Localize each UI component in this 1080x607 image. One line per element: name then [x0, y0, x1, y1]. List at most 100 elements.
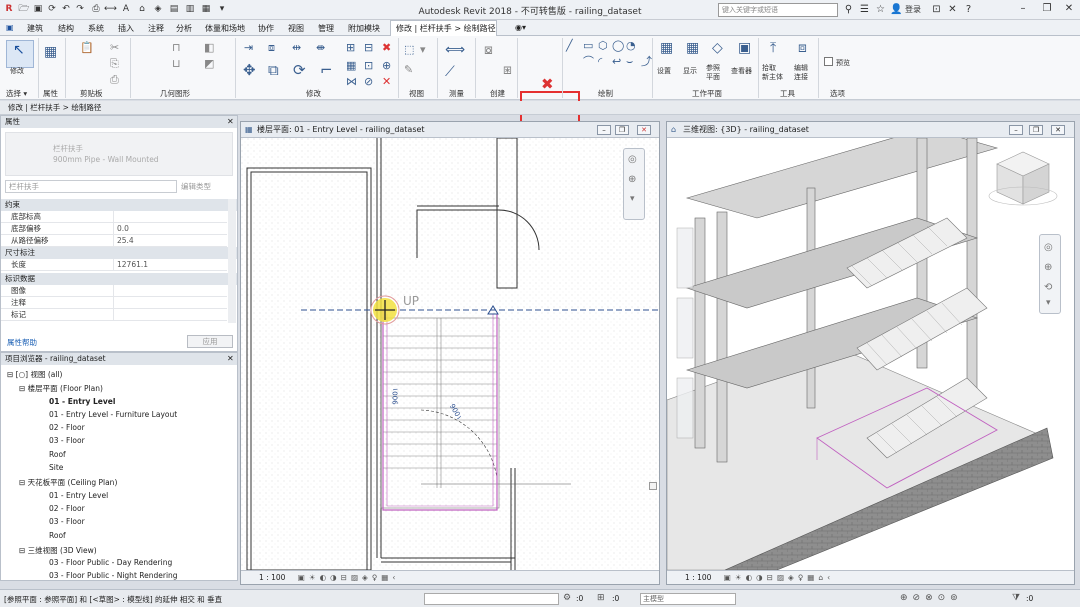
set-workplane-icon[interactable]: ▦: [660, 41, 673, 55]
prop-value[interactable]: [113, 211, 227, 223]
mirror-draw-icon[interactable]: ⇼: [316, 42, 325, 54]
prop-value[interactable]: [113, 297, 227, 309]
sync-icon[interactable]: ⟳: [46, 3, 58, 15]
create-similar-icon[interactable]: ⧆: [503, 63, 512, 77]
paint-icon[interactable]: ◩: [204, 58, 214, 70]
subscription-icon[interactable]: ☰: [858, 3, 871, 16]
mirror-icon[interactable]: ⇹: [292, 42, 301, 54]
close-icon[interactable]: ✕: [1062, 2, 1076, 16]
view-scale[interactable]: 1 : 100: [685, 573, 711, 582]
edit-type-button[interactable]: 编辑类型: [181, 181, 211, 192]
prop-row[interactable]: 图像: [1, 285, 227, 297]
join-icon[interactable]: ⊔: [172, 58, 181, 70]
restore-view-icon[interactable]: ❐: [1029, 125, 1043, 135]
prop-row[interactable]: 标记: [1, 309, 227, 321]
measure-icon[interactable]: ⟷: [104, 3, 117, 15]
prop-value[interactable]: 12761.1: [113, 259, 227, 271]
tree-item[interactable]: Roof: [49, 531, 66, 540]
prop-row[interactable]: 从路径偏移 25.4: [1, 235, 227, 247]
properties-help-link[interactable]: 属性帮助: [7, 337, 37, 348]
search-input[interactable]: 键入关键字或短语: [718, 3, 838, 17]
3d-model-drawing[interactable]: [667, 138, 1074, 570]
minimize-icon[interactable]: –: [1016, 2, 1030, 16]
group-select[interactable]: 选择 ▾: [6, 88, 27, 99]
fillet-icon[interactable]: ⌣: [626, 56, 633, 68]
tree-item[interactable]: 03 - Floor Public - Day Rendering: [49, 558, 172, 567]
apply-button[interactable]: 应用: [187, 335, 233, 348]
arc-start-icon[interactable]: ⌒: [583, 56, 594, 68]
scroll-thumb[interactable]: [649, 482, 657, 490]
orbit-icon[interactable]: ⟲: [1044, 282, 1052, 293]
tab-massing[interactable]: 体量和场地: [205, 23, 245, 34]
tree-item[interactable]: 03 - Floor Public - Night Rendering: [49, 571, 178, 580]
user-icon[interactable]: 👤: [890, 3, 903, 16]
measure-tool-icon[interactable]: ⟺: [445, 43, 465, 57]
prop-row[interactable]: 注释: [1, 297, 227, 309]
plan-drawing[interactable]: [241, 138, 659, 570]
close-hidden-icon[interactable]: ▥: [184, 3, 196, 15]
cut-icon[interactable]: ✂: [110, 42, 119, 54]
file-tab[interactable]: ▣: [6, 23, 14, 32]
tab-collaborate[interactable]: 协作: [258, 23, 274, 34]
prop-row[interactable]: 长度 12761.1: [1, 259, 227, 271]
arc-center-icon[interactable]: ◜: [598, 56, 602, 68]
split-icon[interactable]: ⊞: [346, 42, 355, 54]
pick-line-icon[interactable]: ⤴: [641, 56, 652, 68]
split-gap-icon[interactable]: ⊟: [364, 42, 373, 54]
minimize-view-icon[interactable]: –: [597, 125, 611, 135]
star-icon[interactable]: ☆: [874, 3, 887, 16]
move-icon[interactable]: ✥: [243, 63, 256, 78]
3d-view[interactable]: 三维视图: {3D} - railing_dataset ⌂ – ❐ ✕ ◎ ⊕…: [666, 121, 1075, 585]
section-constraints[interactable]: 约束: [1, 199, 237, 211]
design-option-dropdown[interactable]: 主模型: [640, 593, 736, 605]
pin-icon[interactable]: ⊕: [382, 60, 391, 72]
prop-value[interactable]: [113, 285, 227, 297]
save-icon[interactable]: ▣: [32, 3, 44, 15]
thin-lines-icon[interactable]: ▤: [168, 3, 180, 15]
line-tool-icon[interactable]: ╱: [566, 40, 573, 52]
rotate-icon[interactable]: ⟳: [293, 63, 306, 78]
tree-node-floor-plan[interactable]: ⊟ 楼层平面 (Floor Plan): [19, 383, 103, 394]
tree-item[interactable]: 01 - Entry Level: [49, 491, 108, 500]
tab-annotate[interactable]: 注释: [148, 23, 164, 34]
close-view-icon[interactable]: ✕: [1051, 125, 1065, 135]
show-workplane-icon[interactable]: ▦: [686, 41, 699, 55]
tree-item-entry-level[interactable]: 01 - Entry Level: [49, 397, 115, 406]
rectangle-icon[interactable]: ▭: [583, 40, 593, 52]
cut-geometry-icon[interactable]: ◧: [204, 42, 214, 54]
delete-x-icon[interactable]: ✕: [382, 76, 391, 88]
switch-windows-icon[interactable]: ▦: [200, 3, 212, 15]
steering-wheel-icon[interactable]: ◎: [1044, 242, 1053, 253]
view-override-icon[interactable]: ✎: [404, 64, 413, 76]
tree-item[interactable]: Site: [49, 463, 63, 472]
section-dimensions[interactable]: 尺寸标注: [1, 247, 237, 259]
floor-plan-view[interactable]: 楼层平面: 01 - Entry Level - railing_dataset…: [240, 121, 660, 585]
prop-value[interactable]: [113, 309, 227, 321]
edit-join-icon[interactable]: ⧈: [798, 41, 807, 55]
tab-structure[interactable]: 结构: [58, 23, 74, 34]
properties-scrollbar[interactable]: [228, 199, 236, 323]
trim-icon[interactable]: ⌐: [320, 63, 333, 78]
view-control-icons[interactable]: ▣☀◐◑⊟▨◈♀▦‹: [298, 573, 400, 582]
cope-icon[interactable]: ⊓: [172, 42, 181, 54]
tab-manage[interactable]: 管理: [318, 23, 334, 34]
design-options-icon[interactable]: ⊞: [597, 593, 605, 603]
offset-icon[interactable]: ⧈: [268, 42, 275, 54]
type-preview[interactable]: [5, 132, 233, 176]
tree-item[interactable]: 01 - Entry Level - Furniture Layout: [49, 410, 177, 419]
tab-view[interactable]: 视图: [288, 23, 304, 34]
unpin-icon[interactable]: ✖: [382, 42, 391, 54]
array-icon[interactable]: ▦: [346, 60, 356, 72]
cart-icon[interactable]: ⊡: [930, 3, 943, 16]
help-icon[interactable]: ?: [962, 3, 975, 16]
prop-row[interactable]: 底部偏移 0.0: [1, 223, 227, 235]
restore-view-icon[interactable]: ❐: [615, 125, 629, 135]
tree-node-ceiling-plan[interactable]: ⊟ 天花板平面 (Ceiling Plan): [19, 477, 117, 488]
tree-item[interactable]: 02 - Floor: [49, 504, 85, 513]
minimize-view-icon[interactable]: –: [1009, 125, 1023, 135]
view-override2-icon[interactable]: ▾: [420, 44, 426, 56]
tree-item[interactable]: Roof: [49, 450, 66, 459]
undo-icon[interactable]: ↶: [60, 3, 72, 15]
close-view-icon[interactable]: ✕: [637, 125, 651, 135]
align-icon[interactable]: ⇥: [244, 42, 253, 54]
